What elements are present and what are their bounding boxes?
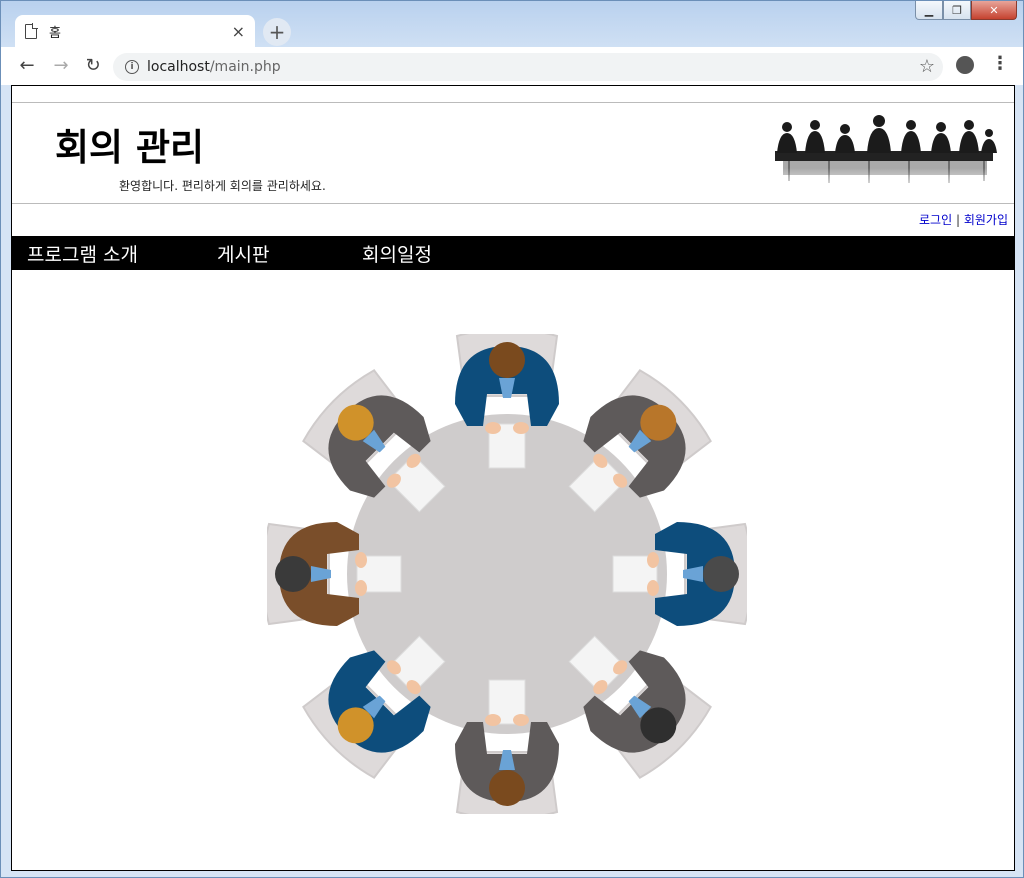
browser-toolbar: ← → ↻ i localhost/main.php ☆ (1, 47, 1023, 85)
nav-item-board[interactable]: 게시판 (217, 240, 269, 267)
url-path: /main.php (209, 59, 281, 75)
window-controls: ▁ ❐ ✕ (915, 1, 1017, 20)
forward-arrow-icon[interactable]: → (49, 55, 73, 76)
auth-links: 로그인 | 회원가입 (919, 211, 1008, 228)
close-window-button[interactable]: ✕ (971, 1, 1017, 20)
tab-title: 홈 (49, 25, 61, 41)
site-title: 회의 관리 (55, 126, 205, 169)
page-viewport: 회의 관리 환영합니다. 편리하게 회의를 관리하세요. 로그인 | 회원가입 … (11, 85, 1015, 871)
site-subtitle: 환영합니다. 편리하게 회의를 관리하세요. (119, 179, 326, 193)
site-header: 회의 관리 환영합니다. 편리하게 회의를 관리하세요. (12, 102, 1014, 204)
auth-separator: | (955, 213, 960, 227)
signup-link[interactable]: 회원가입 (964, 213, 1008, 227)
account-icon[interactable] (956, 56, 974, 74)
minimize-button[interactable]: ▁ (915, 1, 943, 20)
back-arrow-icon[interactable]: ← (15, 55, 39, 76)
main-navbar: 프로그램 소개 게시판 회의일정 (12, 236, 1014, 270)
menu-dots-icon[interactable]: ⋮ (991, 53, 1009, 74)
meeting-silhouette-image (769, 113, 1001, 195)
browser-window: 홈 × + ▁ ❐ ✕ ← → ↻ i localhost/main.php ☆… (0, 0, 1024, 878)
login-link[interactable]: 로그인 (919, 213, 952, 227)
title-bar: 홈 × + ▁ ❐ ✕ (1, 1, 1023, 47)
reload-icon[interactable]: ↻ (81, 55, 105, 76)
maximize-button[interactable]: ❐ (943, 1, 971, 20)
url-host: localhost (147, 59, 210, 75)
new-tab-button[interactable]: + (263, 18, 291, 46)
nav-item-program-intro[interactable]: 프로그램 소개 (27, 240, 138, 267)
meeting-table-illustration (267, 334, 747, 814)
info-icon[interactable]: i (125, 60, 139, 74)
nav-item-meeting-schedule[interactable]: 회의일정 (362, 240, 432, 267)
address-bar[interactable]: i localhost/main.php ☆ (113, 53, 943, 81)
tab-close-icon[interactable]: × (232, 22, 245, 41)
page-icon (25, 22, 38, 39)
browser-tab[interactable]: 홈 × (15, 15, 255, 47)
bookmark-star-icon[interactable]: ☆ (919, 56, 935, 77)
